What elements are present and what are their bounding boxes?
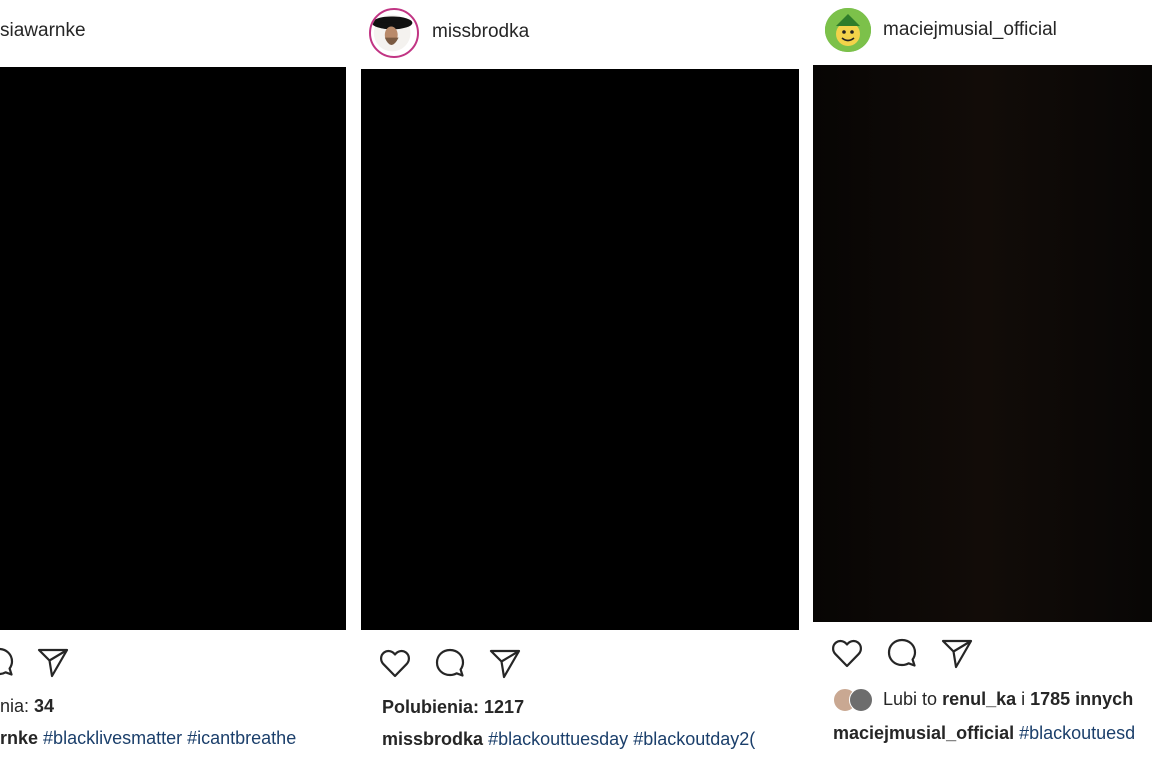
post-caption: missbrodka #blackouttuesday #blackoutday… bbox=[382, 729, 755, 750]
liked-others[interactable]: 1785 innych bbox=[1030, 689, 1133, 709]
hashtag-link[interactable]: #blacklivesmatter bbox=[43, 728, 182, 748]
hashtag-link[interactable]: #blackoutday2( bbox=[633, 729, 755, 749]
heart-icon[interactable] bbox=[830, 636, 864, 670]
likes-number: 1217 bbox=[484, 697, 525, 717]
post-caption: rnke #blacklivesmatter #icantbreathe bbox=[0, 728, 296, 749]
post-header: missbrodka bbox=[361, 0, 799, 64]
avatar[interactable] bbox=[369, 8, 419, 58]
caption-username[interactable]: rnke bbox=[0, 728, 38, 748]
likes-number: 34 bbox=[34, 696, 55, 716]
post-card: siawarnke nia: 34 rnke #blacklivesmatter… bbox=[0, 0, 346, 768]
avatar[interactable] bbox=[825, 8, 871, 52]
heart-icon[interactable] bbox=[378, 646, 412, 680]
post-header: siawarnke bbox=[0, 0, 346, 64]
liked-joiner: i bbox=[1021, 689, 1026, 709]
post-username[interactable]: maciejmusial_official bbox=[883, 19, 1057, 41]
post-image[interactable] bbox=[0, 67, 346, 630]
post-caption: maciejmusial_official #blackoutuesd bbox=[833, 723, 1135, 744]
share-icon[interactable] bbox=[940, 636, 974, 670]
post-actions bbox=[361, 644, 799, 684]
liked-by-avatars bbox=[833, 688, 875, 712]
post-username[interactable]: siawarnke bbox=[0, 20, 86, 42]
liked-username[interactable]: renul_ka bbox=[942, 689, 1016, 709]
liked-prefix: Lubi to bbox=[883, 689, 938, 709]
likes-count: nia: 34 bbox=[0, 696, 54, 717]
likes-count: Polubienia: 1217 bbox=[382, 697, 524, 718]
post-actions bbox=[0, 643, 346, 683]
post-card: missbrodka Polubienia: 1217 missbrodka #… bbox=[361, 0, 799, 768]
comment-icon[interactable] bbox=[433, 646, 467, 680]
comment-icon[interactable] bbox=[0, 645, 16, 679]
share-icon[interactable] bbox=[488, 646, 522, 680]
likes-label: Polubienia: bbox=[382, 697, 480, 717]
post-username[interactable]: missbrodka bbox=[432, 21, 529, 43]
post-actions bbox=[813, 634, 1152, 674]
hashtag-link[interactable]: #icantbreathe bbox=[187, 728, 296, 748]
liked-by-text: Lubi to renul_ka i 1785 innych bbox=[883, 689, 1133, 710]
hashtag-link[interactable]: #blackoutuesd bbox=[1019, 723, 1135, 743]
post-image[interactable] bbox=[813, 65, 1152, 622]
hashtag-link[interactable]: #blackouttuesday bbox=[488, 729, 628, 749]
likes-label: nia: bbox=[0, 696, 30, 716]
share-icon[interactable] bbox=[36, 645, 70, 679]
caption-username[interactable]: missbrodka bbox=[382, 729, 483, 749]
caption-username[interactable]: maciejmusial_official bbox=[833, 723, 1014, 743]
post-card: maciejmusial_official Lubi to renul_ka i… bbox=[813, 0, 1152, 768]
post-image[interactable] bbox=[361, 69, 799, 630]
comment-icon[interactable] bbox=[885, 636, 919, 670]
post-header: maciejmusial_official bbox=[813, 0, 1152, 64]
avatar bbox=[849, 688, 873, 712]
